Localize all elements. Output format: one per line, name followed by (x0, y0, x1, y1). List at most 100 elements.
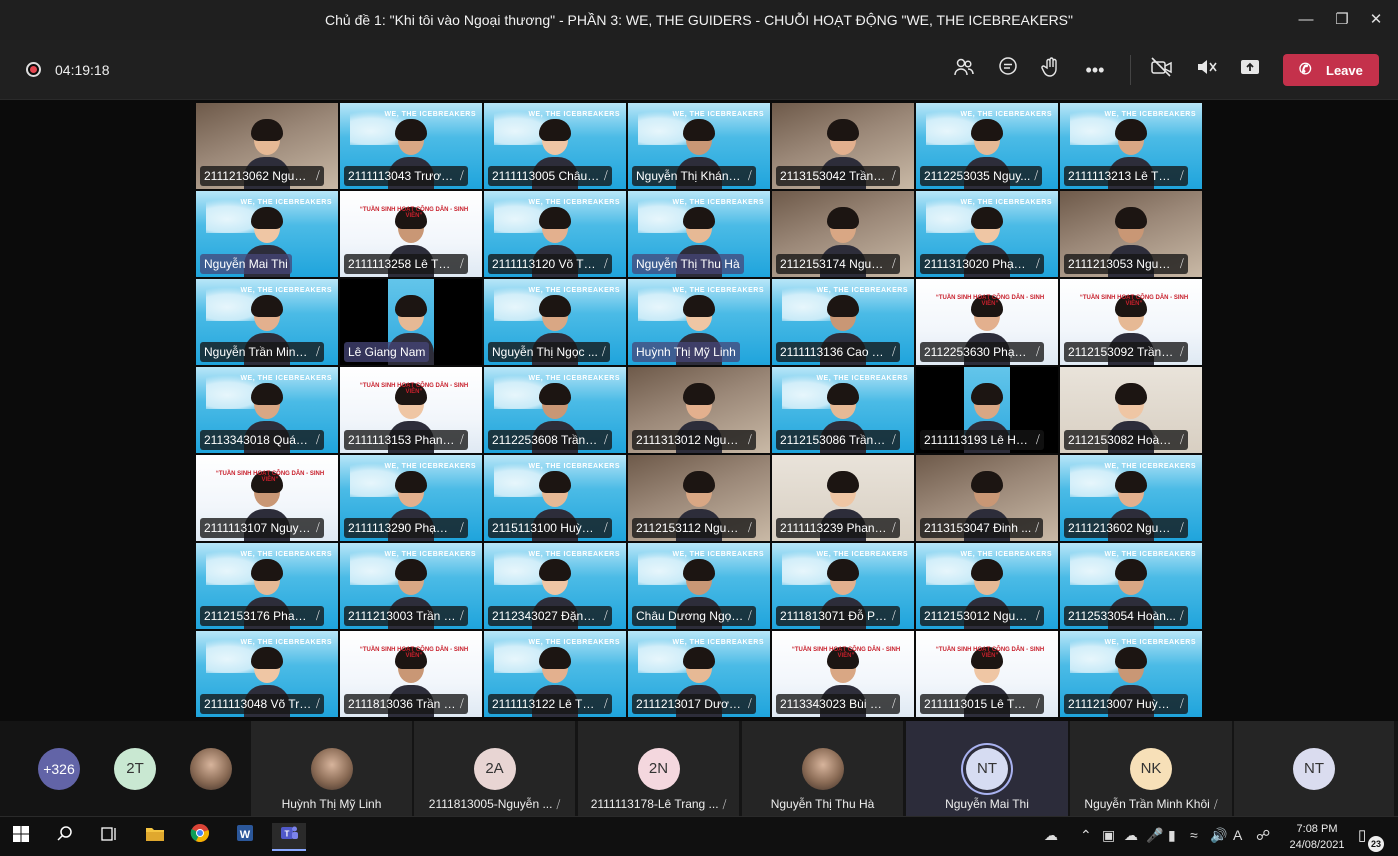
chrome-icon[interactable] (183, 823, 217, 851)
participant-name-tag: 2111213062 Nguyễ... ⧸ (200, 166, 324, 186)
participant-video-tile[interactable]: 2113153042 Trần K... ⧸ (771, 102, 915, 190)
participant-video-tile[interactable]: 2112253630 Phạm ... ⧸ (915, 278, 1059, 366)
file-explorer-icon[interactable] (138, 823, 172, 851)
participant-video-tile[interactable]: Nguyễn Mai Thi (195, 190, 339, 278)
participant-video-tile[interactable]: 2111113153 Phan Tr... ⧸ (339, 366, 483, 454)
participants-icon[interactable] (950, 56, 978, 84)
participant-strip-item[interactable]: 2A 2111813005-Nguyễn ... ⧸ (414, 721, 575, 816)
participant-video-tile[interactable]: Nguyễn Thị Thu Hà (627, 190, 771, 278)
ime-icon[interactable]: ☍ (1256, 827, 1270, 844)
mic-muted-icon: ⧸ (1034, 170, 1039, 182)
participant-strip-item[interactable]: NT Nguyễn Mai Thi (906, 721, 1068, 816)
task-view-icon[interactable] (92, 823, 126, 851)
participant-video-tile[interactable]: 2111113258 Lê Thị ... ⧸ (339, 190, 483, 278)
participant-video-tile[interactable]: 2112253035 Nguy... ⧸ (915, 102, 1059, 190)
participant-video-tile[interactable]: 2111313012 Nguyễ... ⧸ (627, 366, 771, 454)
participant-video-tile[interactable]: 2111113239 Phan N... ⧸ (771, 454, 915, 542)
participant-video-tile[interactable]: 2113153047 Đinh ... ⧸ (915, 454, 1059, 542)
close-icon[interactable]: ✕ (1362, 6, 1390, 34)
participant-video-tile[interactable]: 2111113136 Cao Th... ⧸ (771, 278, 915, 366)
participant-video-tile[interactable]: Nguyễn Thị Ngọc ... ⧸ (483, 278, 627, 366)
more-icon[interactable]: ••• (1081, 56, 1109, 84)
participant-video-tile[interactable]: 2111213602 Nguyễ... ⧸ (1059, 454, 1203, 542)
system-clock[interactable]: 7:08 PM 24/08/2021 (1288, 821, 1346, 853)
participant-video-tile[interactable]: 2112153174 Nguyễ... ⧸ (771, 190, 915, 278)
mic-muted-icon: ⧸ (892, 610, 896, 622)
participant-video-tile[interactable]: 2111213007 Huỳnh ... ⧸ (1059, 630, 1203, 718)
participant-strip-item[interactable]: NT (1234, 721, 1394, 816)
participant-video-tile[interactable]: 2113343018 Quách... ⧸ (195, 366, 339, 454)
participant-video-tile[interactable]: 2111113107 Nguyễ... ⧸ (195, 454, 339, 542)
onedrive-icon[interactable]: ☁ (1044, 827, 1058, 844)
participant-video-tile[interactable]: 2111113015 Lê Tuấn... ⧸ (915, 630, 1059, 718)
participant-video-tile[interactable]: Nguyễn Thị Khánh... ⧸ (627, 102, 771, 190)
minimize-icon[interactable]: — (1292, 6, 1320, 34)
participant-name: 2113153047 Đinh ... (924, 521, 1032, 535)
language-indicator[interactable]: A (1233, 827, 1242, 843)
participant-video-tile[interactable]: 2112153112 Nguyễ... ⧸ (627, 454, 771, 542)
svg-text:W: W (240, 829, 251, 841)
participant-video-tile[interactable]: 2113343023 Bùi Gi... ⧸ (771, 630, 915, 718)
participant-video-tile[interactable]: 2111113213 Lê Thị T... ⧸ (1059, 102, 1203, 190)
participant-video-tile[interactable]: 2111113122 Lê Thị ... ⧸ (483, 630, 627, 718)
participant-strip-item[interactable]: Nguyễn Thị Thu Hà (742, 721, 903, 816)
participant-video-tile[interactable]: Lê Giang Nam (339, 278, 483, 366)
participant-strip-item[interactable]: 2N 2111113178-Lê Trang ... ⧸ (578, 721, 739, 816)
participant-video-tile[interactable]: 2111113193 Lê Huỳ... ⧸ (915, 366, 1059, 454)
participant-strip-item[interactable] (190, 721, 232, 816)
cloud-tray-icon[interactable]: ☁ (1124, 827, 1138, 844)
participant-video-tile[interactable]: 2111113120 Võ Tha... ⧸ (483, 190, 627, 278)
chat-icon[interactable] (994, 56, 1022, 84)
search-icon[interactable] (48, 823, 82, 851)
participant-video-tile[interactable]: 2112153092 Trần N... ⧸ (1059, 278, 1203, 366)
participant-video-tile[interactable]: 2111213017 Dương... ⧸ (627, 630, 771, 718)
participant-name: 2111213602 Nguyễ... (1068, 521, 1176, 535)
raise-hand-icon[interactable] (1037, 56, 1065, 84)
microphone-tray-icon[interactable]: 🎤 (1146, 827, 1163, 844)
share-icon[interactable] (1236, 56, 1264, 84)
participant-name-tag: 2111313020 Phạm ... ⧸ (920, 254, 1044, 274)
participant-video-tile[interactable]: 2111213003 Trần N... ⧸ (339, 542, 483, 630)
volume-icon[interactable]: 🔊 (1210, 827, 1227, 844)
participant-video-tile[interactable]: 2111813036 Trần C... ⧸ (339, 630, 483, 718)
participant-video-tile[interactable]: 2111813071 Đỗ Phư... ⧸ (771, 542, 915, 630)
participant-video-tile[interactable]: 2111113043 Trương... ⧸ (339, 102, 483, 190)
participant-video-tile[interactable]: Châu Dương Ngọc... ⧸ (627, 542, 771, 630)
more-participants-button[interactable]: +326 (38, 721, 80, 816)
participant-video-tile[interactable]: 2112153176 Phan V... ⧸ (195, 542, 339, 630)
avatar: 2T (114, 748, 156, 790)
participant-name-tag: 2112153012 Nguyễ... ⧸ (920, 606, 1044, 626)
chevron-up-icon[interactable]: ⌃ (1080, 827, 1092, 844)
participant-video-tile[interactable]: Huỳnh Thị Mỹ Linh (627, 278, 771, 366)
word-icon[interactable]: W (228, 823, 262, 851)
participant-video-tile[interactable]: 2112153082 Hoàng... ⧸ (1059, 366, 1203, 454)
participant-video-tile[interactable]: 2112153012 Nguyễ... ⧸ (915, 542, 1059, 630)
windows-start-icon[interactable] (4, 823, 38, 851)
wifi-icon[interactable]: ≈ (1190, 827, 1198, 843)
mic-off-icon[interactable] (1192, 56, 1220, 84)
participant-video-tile[interactable]: 2111213053 Nguyễ... ⧸ (1059, 190, 1203, 278)
participant-video-tile[interactable]: 2111113005 Châu N... ⧸ (483, 102, 627, 190)
notification-icon[interactable]: ▯ 23 (1358, 826, 1384, 852)
avatar: 2A (473, 748, 516, 790)
participant-video-tile[interactable]: 2111213062 Nguyễ... ⧸ (195, 102, 339, 190)
participant-video-tile[interactable]: 2115113100 Huỳnh ... ⧸ (483, 454, 627, 542)
participant-video-tile[interactable]: Nguyễn Trần Minh... ⧸ (195, 278, 339, 366)
teams-icon[interactable]: T (272, 823, 306, 851)
participant-video-tile[interactable]: 2112343027 Đặng ... ⧸ (483, 542, 627, 630)
participant-video-tile[interactable]: 2111113048 Võ Trà ... ⧸ (195, 630, 339, 718)
participant-strip-item[interactable]: NK Nguyễn Trần Minh Khôi ⧸ (1070, 721, 1232, 816)
participant-video-tile[interactable]: 2112533054 Hoàn... ⧸ (1059, 542, 1203, 630)
participant-video-tile[interactable]: 2112253608 Trần T... ⧸ (483, 366, 627, 454)
avatar (310, 748, 353, 790)
participant-strip-item[interactable]: 2T (114, 721, 156, 816)
camera-tray-icon[interactable]: ▣ (1102, 827, 1115, 844)
leave-button[interactable]: ✆ Leave (1283, 54, 1379, 86)
restore-icon[interactable]: ❐ (1328, 6, 1356, 34)
participant-video-tile[interactable]: 2112153086 Trần G... ⧸ (771, 366, 915, 454)
battery-icon[interactable]: ▮ (1168, 827, 1176, 844)
participant-video-tile[interactable]: 2111113290 Phạm ... ⧸ (339, 454, 483, 542)
participant-strip-item[interactable]: Huỳnh Thị Mỹ Linh (251, 721, 412, 816)
participant-video-tile[interactable]: 2111313020 Phạm ... ⧸ (915, 190, 1059, 278)
camera-off-icon[interactable] (1148, 56, 1176, 84)
